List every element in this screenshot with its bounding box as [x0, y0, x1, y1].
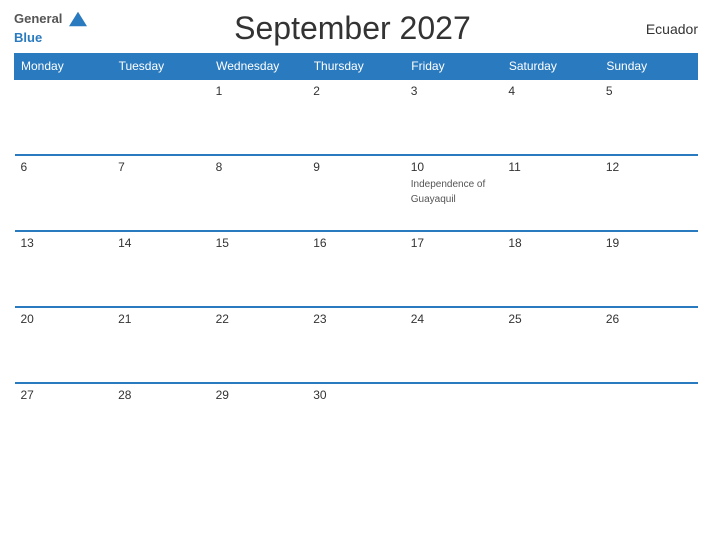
day-number: 6: [21, 160, 107, 174]
calendar-day-cell: 27: [15, 383, 113, 459]
day-number: 10: [411, 160, 497, 174]
calendar-table: Monday Tuesday Wednesday Thursday Friday…: [14, 53, 698, 459]
day-number: 12: [606, 160, 692, 174]
day-number: 2: [313, 84, 399, 98]
header-saturday: Saturday: [502, 54, 600, 80]
calendar-day-cell: 13: [15, 231, 113, 307]
day-number: 24: [411, 312, 497, 326]
day-number: 18: [508, 236, 594, 250]
calendar-day-cell: 26: [600, 307, 698, 383]
logo-general-text: General: [14, 10, 87, 28]
day-number: 19: [606, 236, 692, 250]
calendar-week-row: 12345: [15, 79, 698, 155]
day-number: 15: [216, 236, 302, 250]
calendar-title: September 2027: [87, 10, 618, 47]
day-number: 20: [21, 312, 107, 326]
calendar-day-cell: 10 Independence of Guayaquil: [405, 155, 503, 231]
calendar-day-cell: 9: [307, 155, 405, 231]
header-thursday: Thursday: [307, 54, 405, 80]
logo-blue-text: Blue: [14, 29, 87, 47]
calendar-day-cell: 28: [112, 383, 210, 459]
calendar-day-cell: 18: [502, 231, 600, 307]
logo: General Blue: [14, 10, 87, 46]
calendar-day-cell: 3: [405, 79, 503, 155]
day-number: 26: [606, 312, 692, 326]
day-number: 22: [216, 312, 302, 326]
calendar-body: 12345678910Independence of Guayaquil1112…: [15, 79, 698, 459]
day-number: 13: [21, 236, 107, 250]
calendar-day-cell: 8: [210, 155, 308, 231]
calendar-day-cell: 16: [307, 231, 405, 307]
calendar-day-cell: 12: [600, 155, 698, 231]
country-label: Ecuador: [618, 21, 698, 37]
calendar-day-cell: 25: [502, 307, 600, 383]
calendar-day-cell: 23: [307, 307, 405, 383]
calendar-day-cell: [502, 383, 600, 459]
calendar-week-row: 20 21 22 23 24 25 26: [15, 307, 698, 383]
calendar-day-cell: [15, 79, 113, 155]
calendar-day-cell: 22: [210, 307, 308, 383]
weekday-header-row: Monday Tuesday Wednesday Thursday Friday…: [15, 54, 698, 80]
day-number: 8: [216, 160, 302, 174]
calendar-day-cell: 6: [15, 155, 113, 231]
day-number: 7: [118, 160, 204, 174]
calendar-day-cell: 4: [502, 79, 600, 155]
calendar-day-cell: 20: [15, 307, 113, 383]
day-number: 17: [411, 236, 497, 250]
calendar-page: General Blue September 2027 Ecuador Mond…: [0, 0, 712, 550]
calendar-day-cell: 30: [307, 383, 405, 459]
header-wednesday: Wednesday: [210, 54, 308, 80]
day-number: 1: [216, 84, 302, 98]
day-number: 30: [313, 388, 399, 402]
calendar-week-row: 13 14 15 16 17 18 19: [15, 231, 698, 307]
calendar-day-cell: 19: [600, 231, 698, 307]
calendar-week-row: 6789 10 Independence of Guayaquil 11 12: [15, 155, 698, 231]
day-number: 29: [216, 388, 302, 402]
holiday-label: Independence of Guayaquil: [411, 179, 486, 205]
calendar-day-cell: 5: [600, 79, 698, 155]
header-friday: Friday: [405, 54, 503, 80]
calendar-day-cell: 1: [210, 79, 308, 155]
logo-triangle-icon: [69, 10, 87, 28]
calendar-day-cell: [405, 383, 503, 459]
day-number: 23: [313, 312, 399, 326]
day-number: 28: [118, 388, 204, 402]
calendar-day-cell: [600, 383, 698, 459]
day-number: 5: [606, 84, 692, 98]
calendar-day-cell: [112, 79, 210, 155]
day-number: 3: [411, 84, 497, 98]
calendar-week-row: 27 28 29 30: [15, 383, 698, 459]
calendar-day-cell: 2: [307, 79, 405, 155]
header: General Blue September 2027 Ecuador: [14, 10, 698, 47]
day-number: 11: [508, 160, 594, 174]
day-number: 16: [313, 236, 399, 250]
calendar-day-cell: 14: [112, 231, 210, 307]
calendar-day-cell: 29: [210, 383, 308, 459]
calendar-day-cell: 15: [210, 231, 308, 307]
calendar-day-cell: 7: [112, 155, 210, 231]
day-number: 27: [21, 388, 107, 402]
calendar-day-cell: 24: [405, 307, 503, 383]
header-sunday: Sunday: [600, 54, 698, 80]
day-number: 21: [118, 312, 204, 326]
day-number: 25: [508, 312, 594, 326]
header-tuesday: Tuesday: [112, 54, 210, 80]
day-number: 4: [508, 84, 594, 98]
day-number: 14: [118, 236, 204, 250]
day-number: 9: [313, 160, 399, 174]
calendar-day-cell: 17: [405, 231, 503, 307]
header-monday: Monday: [15, 54, 113, 80]
calendar-day-cell: 21: [112, 307, 210, 383]
calendar-day-cell: 11: [502, 155, 600, 231]
